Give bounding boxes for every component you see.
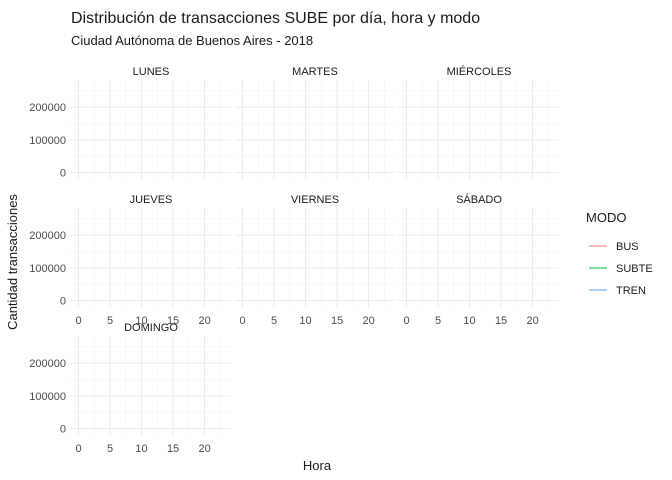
x-tick-label: 20: [198, 443, 210, 455]
x-tick-label: 5: [435, 315, 441, 327]
x-tick-label: 20: [362, 315, 374, 327]
y-tick-label: 0: [60, 424, 66, 436]
facet-panel: SÁBADO 0 5 10 15 20: [399, 193, 559, 327]
facet-strip-label: LUNES: [133, 66, 170, 78]
facet-panel: LUNES 0 100000 200000: [29, 66, 231, 180]
x-tick-label: 0: [403, 315, 409, 327]
chart-title: Distribución de transacciones SUBE por d…: [71, 10, 480, 27]
facet-panel: VIERNES 0 5 10 15 20: [235, 194, 395, 327]
x-tick-label: 0: [75, 443, 81, 455]
legend-label: SUBTE: [616, 263, 653, 275]
y-tick-label: 200000: [29, 358, 66, 370]
x-tick-label: 5: [107, 443, 113, 455]
y-axis-label: Cantidad transacciones: [5, 194, 20, 330]
legend-label: BUS: [616, 241, 639, 253]
x-tick-label: 10: [135, 443, 147, 455]
panel-background: [235, 208, 395, 308]
x-tick-label: 20: [526, 315, 538, 327]
panel-background: [71, 336, 231, 436]
y-tick-label: 100000: [29, 263, 66, 275]
x-tick-label: 10: [463, 315, 475, 327]
x-tick-label: 5: [271, 315, 277, 327]
y-tick-label: 200000: [29, 230, 66, 242]
x-tick-label: 10: [299, 315, 311, 327]
x-tick-label: 15: [167, 443, 179, 455]
legend: BUS SUBTE TREN: [589, 241, 653, 297]
x-tick-label: 5: [107, 315, 113, 327]
facet-strip-label: JUEVES: [130, 194, 173, 206]
facet-strip-label: SÁBADO: [456, 193, 502, 206]
chart-root: Distribución de transacciones SUBE por d…: [0, 0, 672, 480]
y-tick-label: 0: [60, 296, 66, 308]
facet-panel: MARTES: [235, 66, 395, 180]
chart-subtitle: Ciudad Autónoma de Buenos Aires - 2018: [71, 33, 313, 48]
x-tick-label: 20: [198, 315, 210, 327]
faceted-line-chart: Distribución de transacciones SUBE por d…: [5, 10, 653, 473]
y-tick-label: 200000: [29, 102, 66, 114]
x-tick-label: 0: [75, 315, 81, 327]
x-tick-label: 15: [495, 315, 507, 327]
legend-title: MODO: [586, 210, 626, 225]
y-tick-label: 0: [60, 168, 66, 180]
facet-panels: LUNES0100000200000MARTES MIÉRCOLESJUEVES0…: [29, 65, 559, 455]
panel-background: [399, 80, 559, 180]
panel-background: [71, 80, 231, 180]
facet-panel: JUEVES01000002000000 5 10 15 20: [29, 194, 231, 327]
x-tick-label: 15: [331, 315, 343, 327]
facet-panel: DOMINGO 0 100000 200000 0 5 10 15 20: [29, 322, 231, 455]
facet-strip-label: DOMINGO: [124, 322, 178, 334]
facet-panel: MIÉRCOLES: [399, 65, 559, 180]
y-tick-label: 100000: [29, 135, 66, 147]
panel-background: [71, 208, 231, 308]
facet-strip-label: MARTES: [292, 66, 338, 78]
y-tick-label: 100000: [29, 391, 66, 403]
x-tick-label: 0: [239, 315, 245, 327]
legend-label: TREN: [616, 285, 646, 297]
facet-strip-label: MIÉRCOLES: [447, 65, 512, 78]
panel-background: [235, 80, 395, 180]
x-axis-label: Hora: [303, 458, 332, 473]
facet-strip-label: VIERNES: [291, 194, 339, 206]
panel-background: [399, 208, 559, 308]
